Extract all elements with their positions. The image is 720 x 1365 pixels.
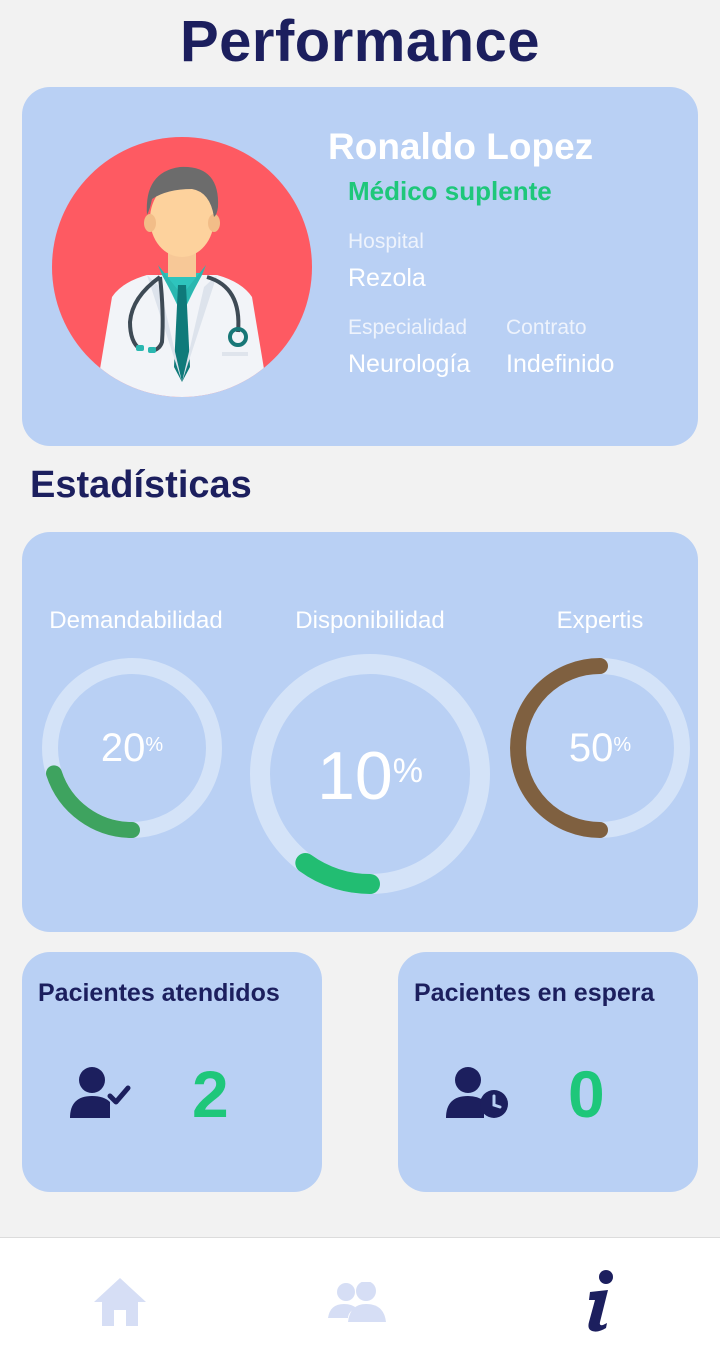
gauge-label-demand: Demandabilidad	[49, 607, 223, 634]
gauge-label-expertise: Expertis	[556, 607, 644, 634]
specialty-label: Especialidad	[348, 316, 468, 339]
user-clock-icon	[446, 1067, 508, 1118]
attended-patients-count: 2	[192, 1057, 229, 1131]
doctor-role: Médico suplente	[348, 176, 552, 206]
contract-value: Indefinido	[506, 350, 615, 378]
stats-card: Demandabilidad 20% Disponibilidad 10% Ex…	[22, 532, 698, 932]
gauge-value-expertise: 50%	[568, 726, 632, 770]
hospital-value: Rezola	[348, 264, 426, 292]
gauge-progress-arc	[46, 765, 140, 838]
contract-label: Contrato	[506, 316, 587, 339]
doctor-avatar	[52, 137, 312, 397]
waiting-patients-count: 0	[568, 1057, 605, 1131]
info-icon	[588, 1270, 613, 1332]
gauge-value-demand: 20%	[100, 726, 164, 770]
nav-info-button[interactable]	[480, 1238, 720, 1365]
specialty-value: Neurología	[348, 350, 471, 378]
waiting-patients-title: Pacientes en espera	[414, 979, 655, 1007]
waiting-patients-card[interactable]: Pacientes en espera 0	[398, 952, 698, 1192]
home-icon	[94, 1278, 146, 1326]
profile-card: Ronaldo Lopez Médico suplente Hospital R…	[22, 87, 698, 446]
bottom-nav	[0, 1237, 720, 1365]
page-title: Performance	[179, 9, 541, 74]
gauge-value-availability: 10%	[317, 738, 423, 814]
user-check-icon	[70, 1067, 131, 1118]
attended-patients-card[interactable]: Pacientes atendidos 2	[22, 952, 322, 1192]
doctor-name: Ronaldo Lopez	[328, 126, 594, 167]
attended-patients-title: Pacientes atendidos	[38, 979, 280, 1007]
stats-section-title: Estadísticas	[30, 464, 252, 506]
hospital-label: Hospital	[348, 230, 424, 253]
gauge-progress-arc	[295, 852, 380, 894]
nav-users-button[interactable]	[240, 1238, 480, 1365]
gauge-label-availability: Disponibilidad	[295, 607, 445, 634]
users-icon	[328, 1282, 386, 1322]
nav-home-button[interactable]	[0, 1238, 240, 1365]
